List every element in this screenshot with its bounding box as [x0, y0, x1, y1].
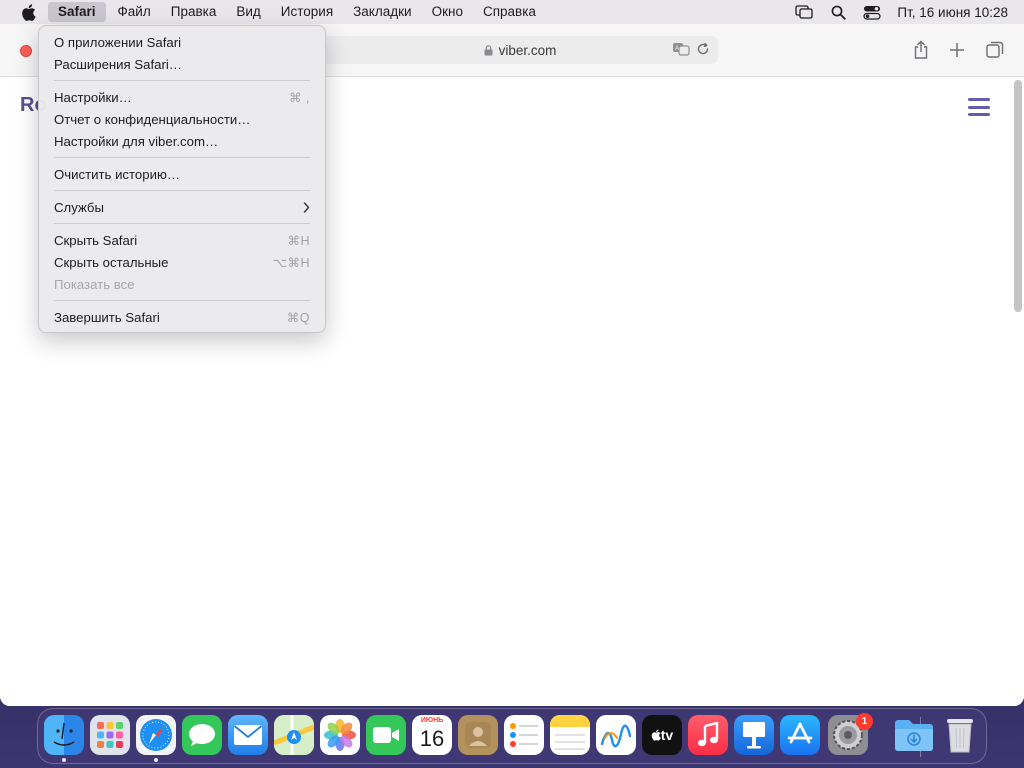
menu-view[interactable]: Вид — [226, 0, 270, 24]
chevron-right-icon — [303, 201, 310, 213]
lock-icon — [484, 44, 493, 56]
apple-tv-label: tv — [660, 727, 674, 743]
window-close-button[interactable] — [20, 45, 32, 57]
calendar-month-label: ИЮНЬ — [420, 717, 444, 724]
reload-icon[interactable] — [696, 42, 710, 59]
photos-icon[interactable] — [320, 715, 360, 755]
downloads-folder-icon[interactable] — [894, 715, 934, 755]
menu-item-privacy-report[interactable]: Отчет о конфиденциальности… — [45, 108, 319, 130]
contacts-icon[interactable] — [458, 715, 498, 755]
menu-edit[interactable]: Правка — [161, 0, 227, 24]
menu-bookmarks[interactable]: Закладки — [343, 0, 421, 24]
tab-overview-icon[interactable] — [983, 38, 1007, 62]
svg-text:A: A — [675, 46, 679, 52]
translate-icon[interactable]: A — [672, 41, 690, 60]
calendar-day-label: 16 — [419, 726, 445, 751]
menu-item-site-settings[interactable]: Настройки для viber.com… — [45, 130, 319, 152]
mail-icon[interactable] — [228, 715, 268, 755]
finder-icon[interactable] — [44, 715, 84, 755]
menu-separator — [54, 300, 310, 301]
notification-badge: 1 — [856, 713, 873, 730]
menu-separator — [54, 80, 310, 81]
share-icon[interactable] — [909, 38, 933, 62]
facetime-icon[interactable] — [366, 715, 406, 755]
shortcut-quit: ⌘Q — [286, 310, 310, 325]
hamburger-menu-icon[interactable] — [968, 98, 990, 116]
menu-safari[interactable]: Safari — [48, 2, 106, 22]
spotlight-search-icon[interactable] — [821, 0, 855, 24]
keynote-icon[interactable] — [734, 715, 774, 755]
screen-mirroring-icon[interactable] — [787, 0, 821, 24]
menu-separator — [54, 190, 310, 191]
shortcut-hide-others: ⌥⌘H — [272, 255, 310, 270]
menu-item-quit-safari[interactable]: Завершить Safari ⌘Q — [45, 306, 319, 328]
control-center-icon[interactable] — [855, 0, 889, 24]
apple-menu-icon[interactable] — [18, 3, 38, 21]
menu-item-clear-history[interactable]: Очистить историю… — [45, 163, 319, 185]
menu-item-safari-extensions[interactable]: Расширения Safari… — [45, 53, 319, 75]
notes-icon[interactable] — [550, 715, 590, 755]
app-store-icon[interactable] — [780, 715, 820, 755]
menu-bar: Safari Файл Правка Вид История Закладки … — [0, 0, 1024, 24]
new-tab-icon[interactable] — [945, 38, 969, 62]
menu-item-about-safari[interactable]: О приложении Safari — [45, 31, 319, 53]
menu-item-settings[interactable]: Настройки… ⌘ , — [45, 86, 319, 108]
address-bar[interactable]: viber.com A — [322, 36, 718, 64]
maps-icon[interactable] — [274, 715, 314, 755]
menu-help[interactable]: Справка — [473, 0, 546, 24]
safari-icon[interactable] — [136, 715, 176, 755]
trash-icon[interactable] — [940, 715, 980, 755]
reminders-icon[interactable] — [504, 715, 544, 755]
freeform-icon[interactable] — [596, 715, 636, 755]
menu-history[interactable]: История — [271, 0, 343, 24]
status-area: Пт, 16 июня 10:28 — [787, 0, 1024, 24]
menu-file[interactable]: Файл — [108, 0, 161, 24]
dock: ИЮНЬ 16 tv 1 — [37, 708, 987, 764]
menu-separator — [54, 223, 310, 224]
address-url: viber.com — [498, 42, 557, 58]
safari-app-menu: О приложении Safari Расширения Safari… Н… — [38, 25, 326, 333]
shortcut-hide-safari: ⌘H — [287, 233, 310, 248]
running-indicator — [62, 758, 66, 762]
menu-bar-clock[interactable]: Пт, 16 июня 10:28 — [889, 5, 1024, 20]
music-icon[interactable] — [688, 715, 728, 755]
menu-item-show-all: Показать все — [54, 276, 135, 292]
menu-item-hide-others[interactable]: Скрыть остальные ⌥⌘H — [45, 251, 319, 273]
menu-window[interactable]: Окно — [422, 0, 473, 24]
shortcut-settings: ⌘ , — [289, 90, 310, 105]
menu-item-hide-safari[interactable]: Скрыть Safari ⌘H — [45, 229, 319, 251]
apple-tv-icon[interactable]: tv — [642, 715, 682, 755]
calendar-icon[interactable]: ИЮНЬ 16 — [412, 715, 452, 755]
menu-item-services[interactable]: Службы — [45, 196, 319, 218]
menu-separator — [54, 157, 310, 158]
page-scrollbar[interactable] — [1014, 80, 1022, 312]
running-indicator — [154, 758, 158, 762]
messages-icon[interactable] — [182, 715, 222, 755]
launchpad-icon[interactable] — [90, 715, 130, 755]
